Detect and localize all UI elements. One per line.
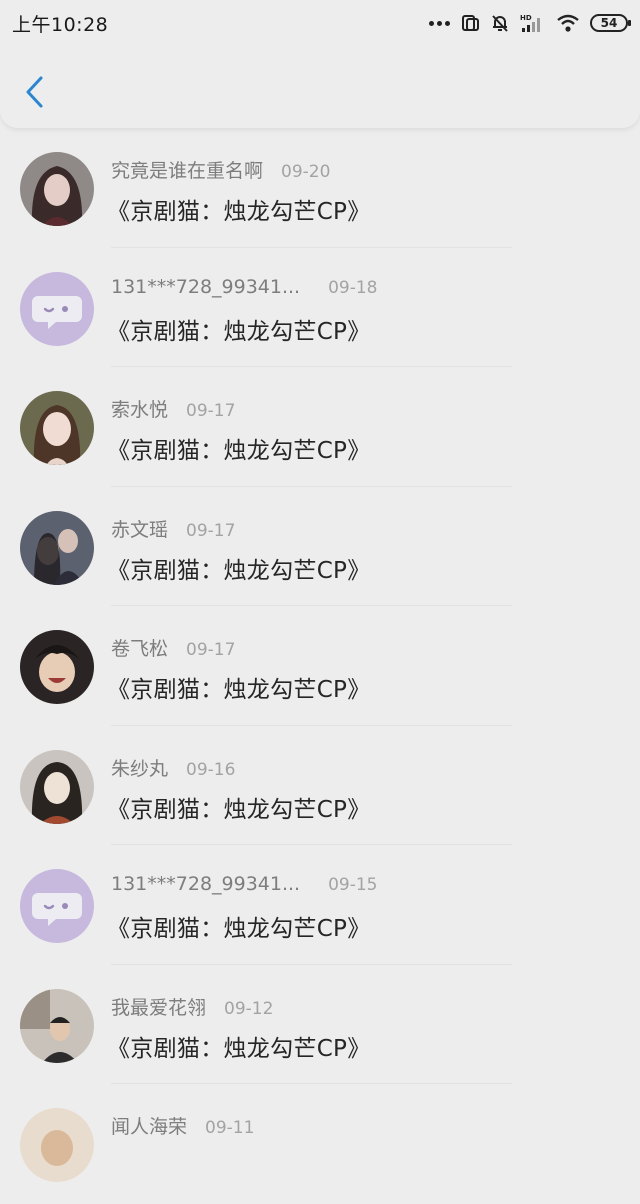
avatar[interactable] [20,510,94,585]
user-name[interactable]: 卷飞松 [111,634,168,661]
avatar[interactable] [20,630,94,704]
comment-list: 究竟是谁在重名啊 09-20 《京剧猫：烛龙勾芒CP》 131***728_99… [0,128,640,1204]
user-name[interactable]: 究竟是谁在重名啊 [111,156,263,183]
item-date: 09-17 [186,401,236,421]
item-meta: 赤文瑶 09-17 [111,515,235,542]
item-date: 09-18 [328,277,378,298]
user-name[interactable]: 我最爱花翎 [111,993,206,1020]
item-date: 09-20 [281,162,331,182]
hd-signal-icon: HD [520,14,540,32]
avatar[interactable] [20,749,94,824]
status-bar: 上午10:28 HD 54 [0,0,640,46]
item-date: 09-17 [186,520,236,541]
list-item[interactable]: 朱纱丸 09-16 《京剧猫：烛龙勾芒CP》 [0,726,640,845]
user-name[interactable]: 131***728_99341... [111,873,300,895]
list-item[interactable]: 我最爱花翎 09-12 《京剧猫：烛龙勾芒CP》 [0,965,640,1084]
user-name[interactable]: 赤文瑶 [111,515,168,542]
item-message: 《京剧猫：烛龙勾芒CP》 [107,557,371,584]
avatar[interactable] [20,271,94,346]
list-item[interactable]: 究竟是谁在重名啊 09-20 《京剧猫：烛龙勾芒CP》 [0,128,640,248]
user-name[interactable]: 131***728_99341... [111,276,300,298]
item-meta: 131***728_99341... 09-15 [111,873,378,895]
user-name[interactable]: 闻人海荣 [111,1112,187,1139]
more-dots-icon [429,20,450,26]
status-time: 上午10:28 [12,13,109,36]
item-date: 09-17 [186,640,236,660]
nav-bar [0,46,640,128]
item-meta: 索水悦 09-17 [111,395,235,422]
item-date: 09-16 [186,759,236,780]
item-message: 《京剧猫：烛龙勾芒CP》 [107,1035,371,1062]
item-message: 《京剧猫：烛龙勾芒CP》 [107,318,371,345]
list-item[interactable]: 索水悦 09-17 《京剧猫：烛龙勾芒CP》 [0,367,640,487]
item-meta: 究竟是谁在重名啊 09-20 [111,156,330,183]
item-meta: 朱纱丸 09-16 [111,754,235,781]
item-date: 09-12 [224,998,274,1019]
battery-level: 54 [600,16,618,30]
avatar[interactable] [20,988,94,1063]
status-icons: HD 54 [429,13,631,33]
avatar[interactable] [20,391,94,465]
avatar[interactable] [20,1108,94,1182]
avatar[interactable] [20,869,94,943]
item-meta: 卷飞松 09-17 [111,634,235,661]
list-item[interactable]: 131***728_99341... 09-18 《京剧猫：烛龙勾芒CP》 [0,248,640,367]
chevron-left-icon [26,76,43,108]
back-button[interactable] [18,72,52,112]
item-message: 《京剧猫：烛龙勾芒CP》 [107,796,371,823]
item-message: 《京剧猫：烛龙勾芒CP》 [107,916,371,942]
item-meta: 我最爱花翎 09-12 [111,993,273,1020]
svg-text:HD: HD [520,14,532,22]
wifi-icon [557,14,579,32]
mute-bell-icon [492,15,508,32]
item-message: 《京剧猫：烛龙勾芒CP》 [107,677,371,703]
list-item[interactable]: 赤文瑶 09-17 《京剧猫：烛龙勾芒CP》 [0,487,640,606]
user-name[interactable]: 朱纱丸 [111,754,168,781]
user-name[interactable]: 索水悦 [111,395,168,422]
list-item[interactable]: 131***728_99341... 09-15 《京剧猫：烛龙勾芒CP》 [0,845,640,965]
list-item[interactable]: 卷飞松 09-17 《京剧猫：烛龙勾芒CP》 [0,606,640,726]
item-message: 《京剧猫：烛龙勾芒CP》 [107,438,371,464]
list-item[interactable]: 闻人海荣 09-11 [0,1084,640,1204]
nfc-icon [462,15,479,31]
item-meta: 闻人海荣 09-11 [111,1112,254,1139]
item-meta: 131***728_99341... 09-18 [111,276,378,298]
battery-icon: 54 [590,14,631,32]
avatar[interactable] [20,152,94,226]
item-date: 09-11 [205,1118,255,1138]
item-date: 09-15 [328,875,378,895]
item-message: 《京剧猫：烛龙勾芒CP》 [107,199,371,225]
